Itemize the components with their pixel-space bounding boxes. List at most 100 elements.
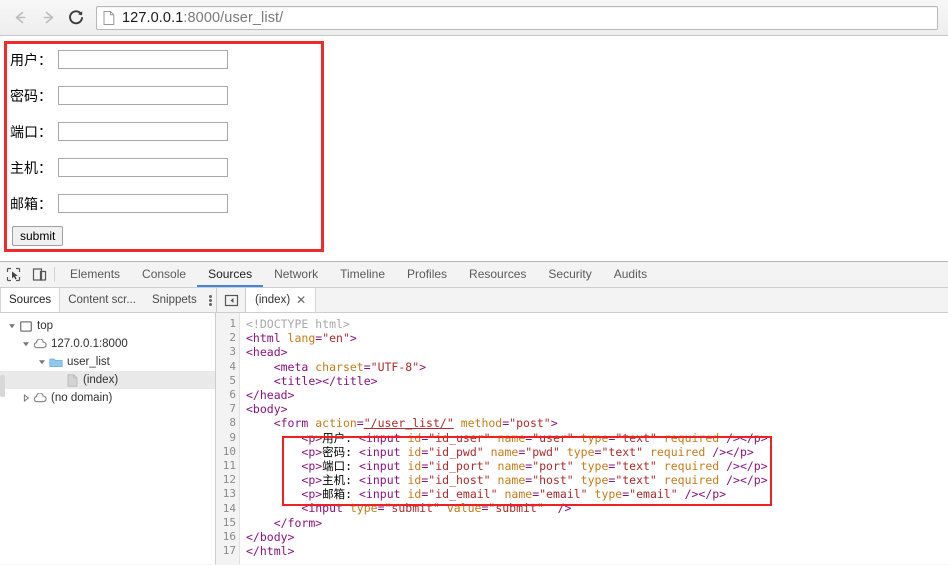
line-number: 1 [229, 317, 236, 330]
tab-security[interactable]: Security [537, 262, 602, 287]
kebab-menu-icon[interactable] [205, 288, 216, 312]
tab-profiles[interactable]: Profiles [396, 262, 458, 287]
sources-body: top 127.0.0.1:8000 user_list (index) (no… [0, 313, 948, 564]
input-user[interactable] [58, 50, 228, 69]
page-viewport: 用户： 密码： 端口： 主机： 邮箱： submit [0, 36, 948, 261]
code-token: "text" [615, 458, 657, 473]
address-bar[interactable]: 127.0.0.1:8000/user_list/ [96, 5, 938, 30]
code-token: type [566, 444, 595, 459]
code-token: "id_host" [428, 473, 491, 488]
code-token: "UTF-8" [370, 359, 420, 374]
code-token: /></p> [705, 444, 754, 459]
tree-row-origin[interactable]: 127.0.0.1:8000 [0, 335, 215, 353]
inspect-element-button[interactable] [0, 262, 26, 287]
code-token: = [363, 359, 371, 374]
code-token: lang [287, 331, 316, 346]
tree-label-origin: 127.0.0.1:8000 [51, 338, 128, 350]
url-path: :8000/user_list/ [183, 9, 284, 26]
reload-button[interactable] [62, 4, 90, 32]
device-toolbar-button[interactable] [26, 262, 52, 287]
url-text: 127.0.0.1:8000/user_list/ [122, 10, 283, 26]
editor-tab-index[interactable]: (index) ✕ [246, 288, 317, 312]
code-line: <body> [246, 402, 948, 416]
input-pwd[interactable] [58, 86, 228, 105]
code-token: </body> [246, 529, 295, 544]
code-token: "submit" [384, 501, 440, 516]
chevron-down-icon[interactable] [6, 322, 18, 330]
code-token: "post" [509, 416, 551, 431]
line-number: 8 [229, 416, 236, 430]
chevron-down-icon[interactable] [20, 340, 32, 348]
code-token: "pwd" [525, 444, 560, 459]
tab-resources[interactable]: Resources [458, 262, 537, 287]
code-token: "text" [615, 473, 657, 488]
chevron-right-icon[interactable] [20, 394, 32, 402]
code-token: required [663, 458, 720, 473]
code-token: > [419, 359, 427, 374]
subtab-sources[interactable]: Sources [0, 288, 61, 312]
tab-elements[interactable]: Elements [59, 262, 131, 287]
line-number: 14 [222, 501, 236, 515]
line-number: 2 [229, 331, 236, 345]
submit-button[interactable]: submit [12, 226, 64, 246]
code-token: "user" [532, 430, 574, 445]
code-token: id [407, 430, 422, 445]
devtools-toolbar: Elements Console Sources Network Timelin… [0, 262, 948, 288]
line-number: 5 [229, 373, 236, 387]
code-token: <p> [301, 487, 323, 502]
tree-row-folder[interactable]: user_list [0, 353, 215, 371]
code-line: </body> [246, 530, 948, 544]
code-token: <input [359, 473, 408, 488]
source-code-content[interactable]: <!DOCTYPE html> <html lang="en"> <head> <m… [240, 313, 948, 564]
tree-row-index[interactable]: (index) [0, 371, 215, 389]
subtab-content-scripts[interactable]: Content scr... [60, 288, 144, 312]
toolbar-divider [54, 267, 55, 282]
line-number: 9 [229, 430, 236, 444]
code-token: "submit" [488, 501, 544, 516]
show-navigator-button[interactable] [217, 288, 246, 312]
form-row-host: 主机： [10, 152, 948, 183]
tab-console[interactable]: Console [131, 262, 197, 287]
code-token: name [497, 458, 526, 473]
code-token: id [407, 473, 422, 488]
code-line: </form> [246, 516, 948, 530]
tree-row-no-domain[interactable]: (no domain) [0, 389, 215, 407]
input-host[interactable] [58, 158, 228, 177]
forward-button[interactable] [34, 4, 62, 32]
close-icon[interactable]: ✕ [296, 294, 306, 306]
line-number: 15 [222, 515, 236, 529]
tree-row-top[interactable]: top [0, 317, 215, 335]
code-line: <!DOCTYPE html> [246, 317, 948, 331]
subtab-snippets[interactable]: Snippets [144, 288, 205, 312]
tab-sources[interactable]: Sources [197, 262, 264, 287]
code-token: <body> [246, 402, 288, 417]
inspect-element-icon [6, 267, 20, 282]
cloud-icon [32, 339, 48, 349]
tab-network[interactable]: Network [263, 262, 329, 287]
tab-timeline[interactable]: Timeline [329, 262, 396, 287]
code-token: <html [246, 331, 288, 346]
code-token: 用户: [322, 430, 360, 445]
code-token: = [377, 501, 385, 516]
code-token: required [663, 430, 720, 445]
tab-audits[interactable]: Audits [603, 262, 658, 287]
back-button[interactable] [6, 4, 34, 32]
code-token: <input [359, 487, 408, 502]
label-pwd: 密码： [10, 88, 52, 105]
navigator-scrollbar[interactable] [0, 375, 5, 397]
input-port[interactable] [58, 122, 228, 141]
chevron-down-icon[interactable] [36, 358, 48, 366]
device-toolbar-icon [32, 268, 46, 281]
arrow-right-icon [43, 11, 53, 24]
input-email[interactable] [58, 194, 228, 213]
source-code-editor[interactable]: 1 2 3 4 5 6 7 8 9 10 11 12 13 14 15 16 17 <!DOCTYPE html… [216, 313, 948, 564]
